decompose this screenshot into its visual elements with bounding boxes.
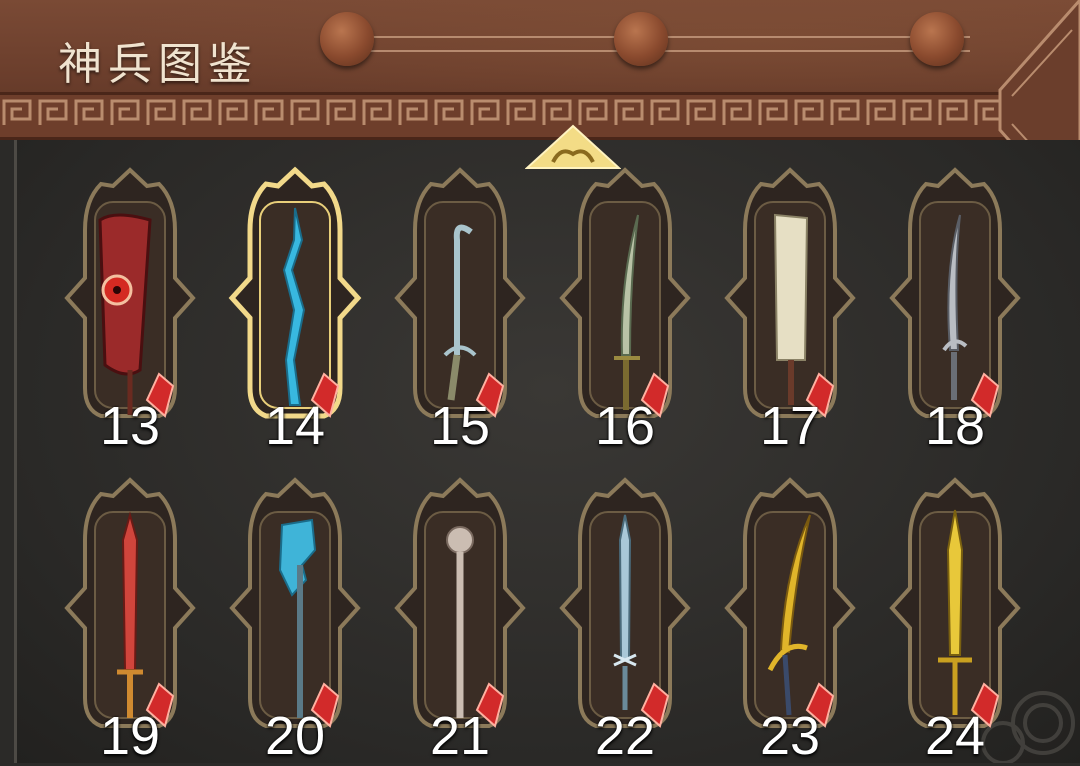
card-frame <box>64 167 196 418</box>
weapon-number: 18 <box>924 396 986 456</box>
weapon-card[interactable]: 13 <box>55 160 205 456</box>
weapon-card[interactable]: 18 <box>880 160 1030 456</box>
weapon-card[interactable]: 24 <box>880 470 1030 766</box>
weapon-number: 23 <box>759 706 821 766</box>
card-frame <box>559 477 691 728</box>
weapon-card[interactable]: 22 <box>550 470 700 766</box>
weapon-number: 21 <box>429 706 491 766</box>
card-frame <box>724 167 856 418</box>
card-frame <box>229 477 361 728</box>
card-frame <box>394 477 526 728</box>
weapon-number: 14 <box>264 396 326 456</box>
card-frame <box>559 167 691 418</box>
weapon-card[interactable]: 17 <box>715 160 865 456</box>
card-frame <box>394 167 526 418</box>
weapon-card[interactable]: 14 <box>220 160 370 456</box>
weapon-number: 20 <box>264 706 326 766</box>
card-frame <box>724 477 856 728</box>
weapon-number: 13 <box>99 396 161 456</box>
card-frame <box>889 167 1021 418</box>
weapon-card[interactable]: 19 <box>55 470 205 766</box>
weapon-number: 22 <box>594 706 656 766</box>
weapon-grid: 13 14 15 16 17 18 19 20 21 22 23 24 <box>0 0 1080 766</box>
weapon-number: 19 <box>99 706 161 766</box>
weapon-card[interactable]: 15 <box>385 160 535 456</box>
weapon-card[interactable]: 21 <box>385 470 535 766</box>
weapon-card[interactable]: 16 <box>550 160 700 456</box>
card-frame <box>64 477 196 728</box>
weapon-number: 24 <box>924 706 986 766</box>
weapon-card[interactable]: 20 <box>220 470 370 766</box>
card-frame-selected <box>228 166 362 419</box>
weapon-number: 17 <box>759 396 821 456</box>
weapon-card[interactable]: 23 <box>715 470 865 766</box>
card-frame <box>889 477 1021 728</box>
weapon-number: 15 <box>429 396 491 456</box>
weapon-number: 16 <box>594 396 656 456</box>
